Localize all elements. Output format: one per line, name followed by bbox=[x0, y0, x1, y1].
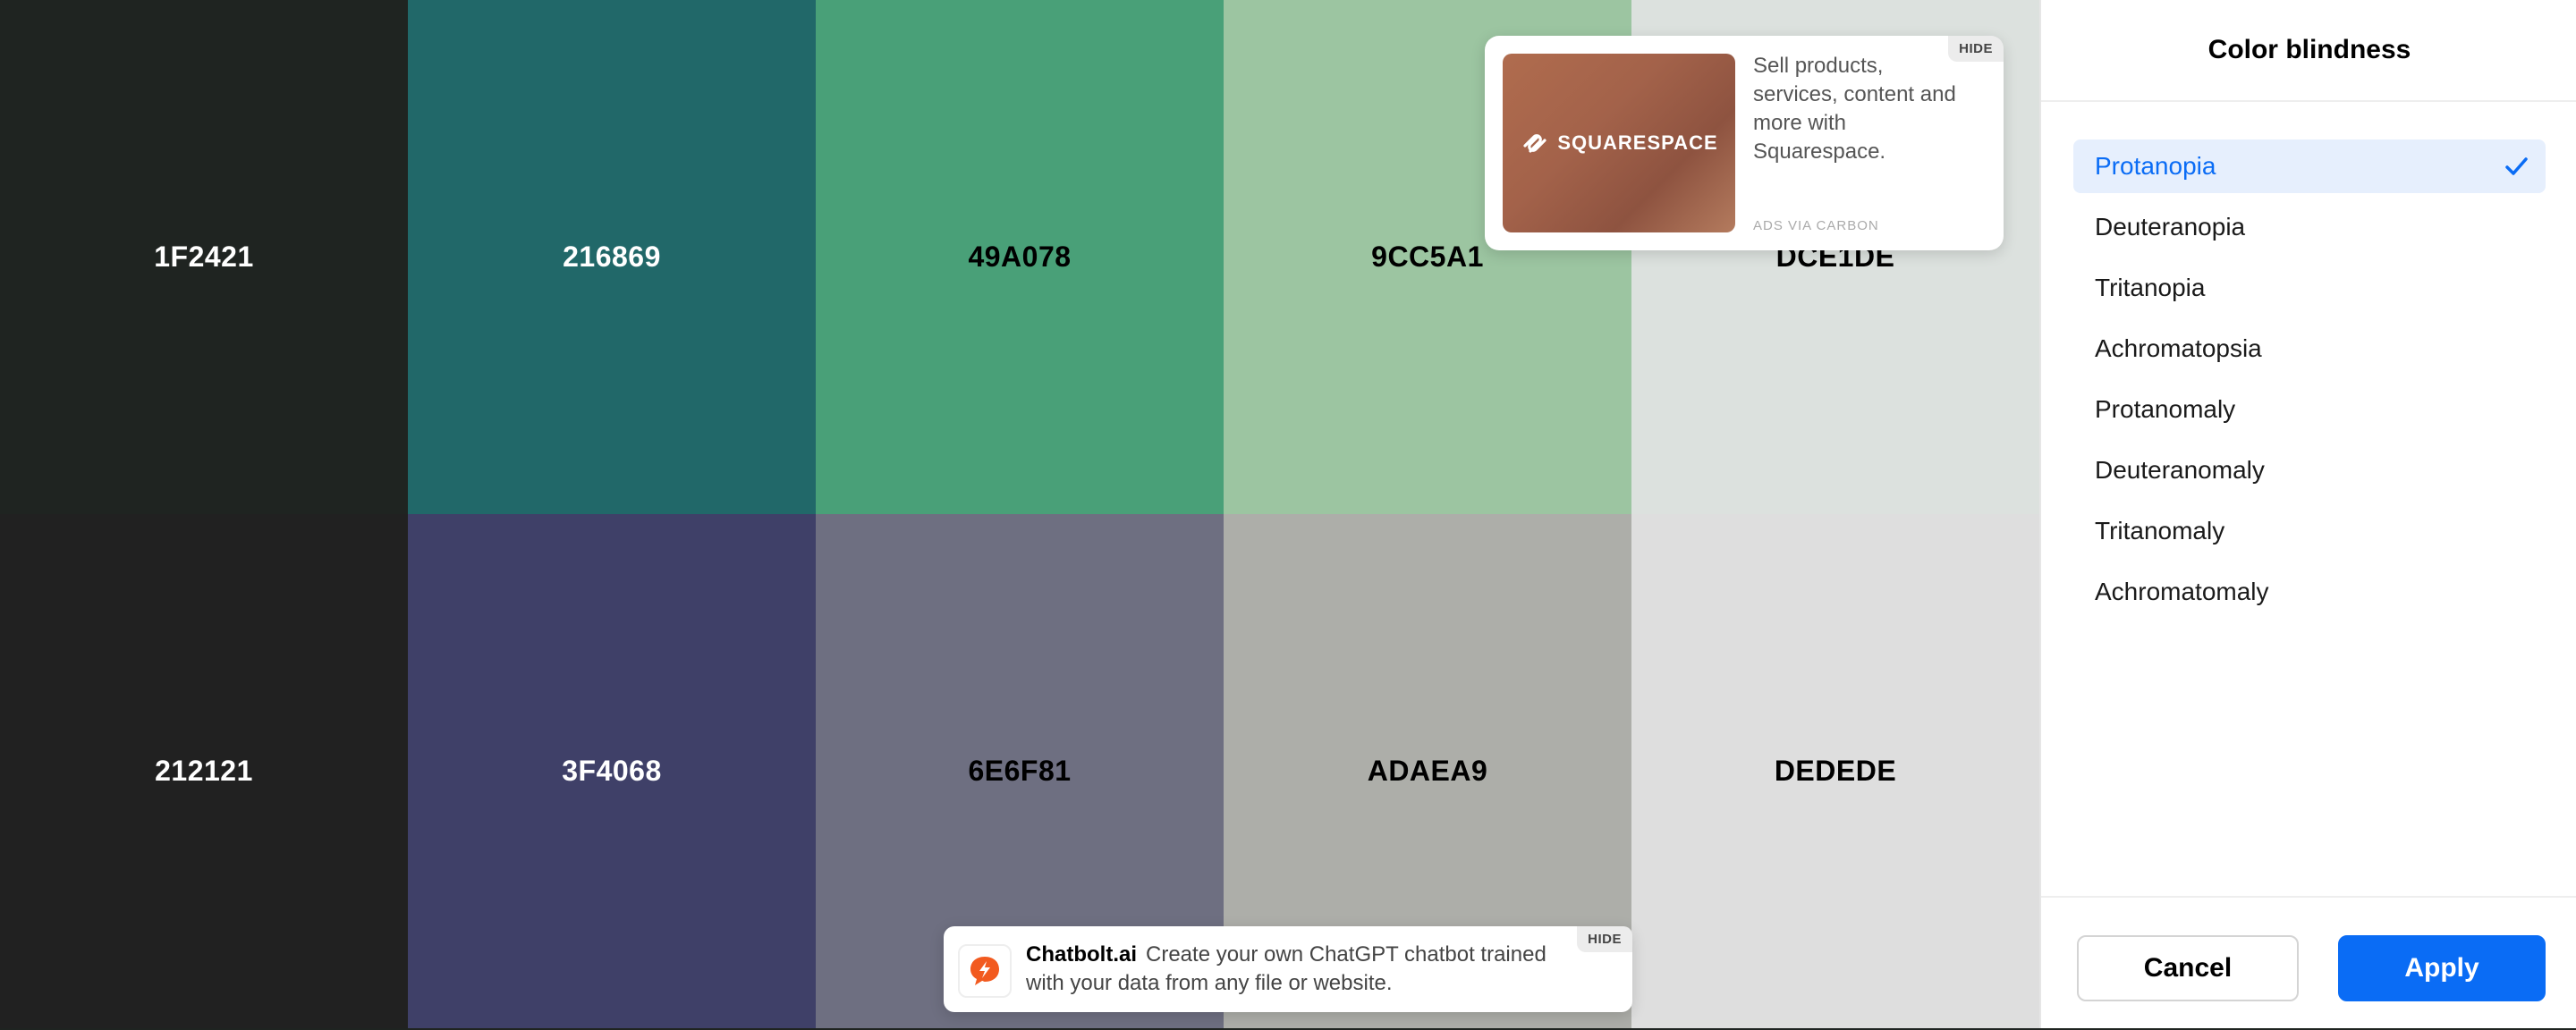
ad-bar-text[interactable]: Chatbolt.ai Create your own ChatGPT chatb… bbox=[1026, 941, 1554, 998]
option-deuteranopia[interactable]: Deuteranopia bbox=[2073, 200, 2546, 254]
option-label: Deuteranomaly bbox=[2095, 456, 2265, 484]
option-label: Tritanopia bbox=[2095, 274, 2206, 301]
squarespace-ad-image[interactable]: SQUARESPACE bbox=[1503, 54, 1735, 232]
swatch-hex-label: 212121 bbox=[155, 755, 253, 787]
swatch-hex-label: 9CC5A1 bbox=[1371, 241, 1484, 273]
option-label: Achromatopsia bbox=[2095, 334, 2262, 362]
hide-ad-bar-button[interactable]: HIDE bbox=[1577, 926, 1632, 952]
option-label: Achromatomaly bbox=[2095, 578, 2269, 605]
hide-ad-button[interactable]: HIDE bbox=[1948, 36, 2004, 62]
checkmark-icon bbox=[2505, 157, 2528, 175]
swatch-hex-label: 216869 bbox=[563, 241, 661, 273]
squarespace-brand-text: SQUARESPACE bbox=[1557, 131, 1718, 154]
swatch[interactable]: 216869 bbox=[408, 0, 816, 514]
chatbolt-ad-bar[interactable]: Chatbolt.ai Create your own ChatGPT chatb… bbox=[944, 926, 1632, 1012]
swatch[interactable]: 3F4068 bbox=[408, 514, 816, 1028]
option-label: Deuteranopia bbox=[2095, 213, 2246, 241]
option-tritanomaly[interactable]: Tritanomaly bbox=[2073, 504, 2546, 558]
swatch[interactable]: 49A078 bbox=[816, 0, 1224, 514]
chat-bolt-icon bbox=[958, 944, 1012, 998]
swatch-hex-label: DEDEDE bbox=[1774, 755, 1897, 787]
cancel-button[interactable]: Cancel bbox=[2077, 935, 2299, 1001]
swatch-hex-label: 1F2421 bbox=[154, 241, 254, 273]
option-protanomaly[interactable]: Protanomaly bbox=[2073, 383, 2546, 436]
option-label: Protanomaly bbox=[2095, 395, 2236, 423]
option-label: Protanopia bbox=[2095, 152, 2216, 180]
apply-button[interactable]: Apply bbox=[2338, 935, 2546, 1001]
swatch-hex-label: 6E6F81 bbox=[968, 755, 1072, 787]
option-achromatomaly[interactable]: Achromatomaly bbox=[2073, 565, 2546, 619]
swatch-hex-label: ADAEA9 bbox=[1367, 755, 1488, 787]
panel-title: Color blindness bbox=[2041, 0, 2576, 102]
option-achromatopsia[interactable]: Achromatopsia bbox=[2073, 322, 2546, 376]
chat-bolt-glyph-icon bbox=[970, 957, 999, 985]
panel-footer: Cancel Apply bbox=[2041, 896, 2576, 1030]
swatch-hex-label: 3F4068 bbox=[562, 755, 662, 787]
option-label: Tritanomaly bbox=[2095, 517, 2225, 545]
ad-text[interactable]: Sell products, services, content and mor… bbox=[1753, 52, 1968, 166]
swatch-hex-label: 49A078 bbox=[968, 241, 1072, 273]
swatch[interactable]: 1F2421 bbox=[0, 0, 408, 514]
color-blindness-options: Protanopia Deuteranopia Tritanopia Achro… bbox=[2073, 139, 2546, 626]
ads-via-carbon-link[interactable]: ADS VIA CARBON bbox=[1753, 218, 1879, 233]
option-deuteranomaly[interactable]: Deuteranomaly bbox=[2073, 443, 2546, 497]
swatch[interactable]: DEDEDE bbox=[1631, 514, 2039, 1028]
option-tritanopia[interactable]: Tritanopia bbox=[2073, 261, 2546, 315]
swatch[interactable]: 212121 bbox=[0, 514, 408, 1028]
ad-bar-brand: Chatbolt.ai bbox=[1026, 942, 1137, 967]
option-protanopia[interactable]: Protanopia bbox=[2073, 139, 2546, 193]
color-blindness-panel: Color blindness Protanopia Deuteranopia … bbox=[2039, 0, 2576, 1028]
carbon-ad-card[interactable]: SQUARESPACE Sell products, services, con… bbox=[1485, 36, 2004, 250]
squarespace-logo-icon bbox=[1523, 134, 1546, 153]
